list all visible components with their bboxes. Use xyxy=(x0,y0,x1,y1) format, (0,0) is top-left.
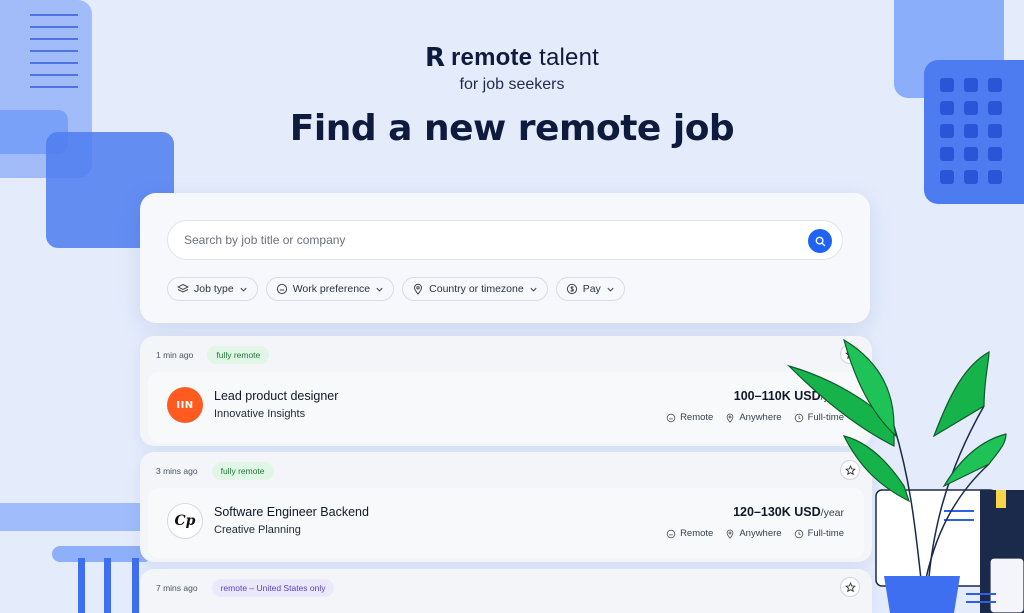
job-card[interactable]: 7 mins ago remote – United States only xyxy=(140,569,872,613)
map-pin-icon xyxy=(726,529,734,539)
map-pin-icon xyxy=(414,283,423,295)
search-input[interactable] xyxy=(184,221,784,259)
home-icon xyxy=(276,283,287,295)
search-panel: Job type Work preference Country or time… xyxy=(140,193,870,323)
decorative-shape xyxy=(0,503,140,531)
work-type: Remote xyxy=(680,412,714,423)
layers-icon xyxy=(177,283,189,293)
filter-label: Work preference xyxy=(292,283,371,295)
brand-name-light: talent xyxy=(532,44,600,71)
work-type: Remote xyxy=(680,528,714,539)
company-name: Innovative Insights xyxy=(214,408,306,420)
filter-label: Pay xyxy=(582,283,601,295)
filter-bar: Job type Work preference Country or time… xyxy=(167,277,625,301)
decorative-stool-leg xyxy=(104,558,111,613)
filter-label: Country or timezone xyxy=(429,283,524,295)
dollar-icon xyxy=(566,283,577,295)
decorative-stool-leg xyxy=(78,558,85,613)
brand-logo[interactable]: R remote talent xyxy=(425,44,599,72)
filter-country-timezone[interactable]: Country or timezone xyxy=(402,277,548,301)
page-title: Find a new remote job xyxy=(289,108,735,149)
job-card[interactable]: 3 mins ago fully remote Cp Software Engi… xyxy=(140,452,872,562)
remote-tag: fully remote xyxy=(211,462,274,480)
search-icon xyxy=(815,236,825,246)
filter-label: Job type xyxy=(194,283,234,295)
job-title[interactable]: Lead product designer xyxy=(214,389,338,403)
posted-time: 7 mins ago xyxy=(156,583,198,593)
filter-job-type[interactable]: Job type xyxy=(167,277,258,301)
decorative-plant-illustration xyxy=(786,338,1024,613)
home-icon xyxy=(666,529,676,538)
company-logo: IIN xyxy=(167,387,203,423)
job-title[interactable]: Software Engineer Backend xyxy=(214,505,369,519)
home-icon xyxy=(666,413,676,422)
decorative-stool-leg xyxy=(132,558,139,613)
brand-header: R remote talent for job seekers xyxy=(0,44,1024,94)
brand-tagline: for job seekers xyxy=(459,76,565,93)
job-card[interactable]: 1 min ago fully remote IIN Lead product … xyxy=(140,336,872,446)
chevron-down-icon xyxy=(376,287,383,292)
job-location: Anywhere xyxy=(739,412,782,423)
filter-work-preference[interactable]: Work preference xyxy=(265,277,395,301)
remote-logo-icon: R xyxy=(424,43,445,73)
filter-pay[interactable]: Pay xyxy=(555,277,625,301)
posted-time: 3 mins ago xyxy=(156,466,198,476)
chevron-down-icon xyxy=(530,287,537,292)
map-pin-icon xyxy=(726,413,734,423)
search-bar xyxy=(167,220,843,260)
chevron-down-icon xyxy=(240,287,247,292)
company-name: Creative Planning xyxy=(214,524,301,536)
job-location: Anywhere xyxy=(739,528,782,539)
remote-tag: fully remote xyxy=(207,346,270,364)
remote-tag: remote – United States only xyxy=(211,579,335,597)
search-button[interactable] xyxy=(808,229,832,253)
brand-name-bold: remote xyxy=(451,44,533,71)
posted-time: 1 min ago xyxy=(156,350,194,360)
job-card-body: IIN Lead product designer Innovative Ins… xyxy=(148,372,864,442)
chevron-down-icon xyxy=(607,287,614,292)
company-logo: Cp xyxy=(167,503,203,539)
job-card-body: Cp Software Engineer Backend Creative Pl… xyxy=(148,488,864,558)
